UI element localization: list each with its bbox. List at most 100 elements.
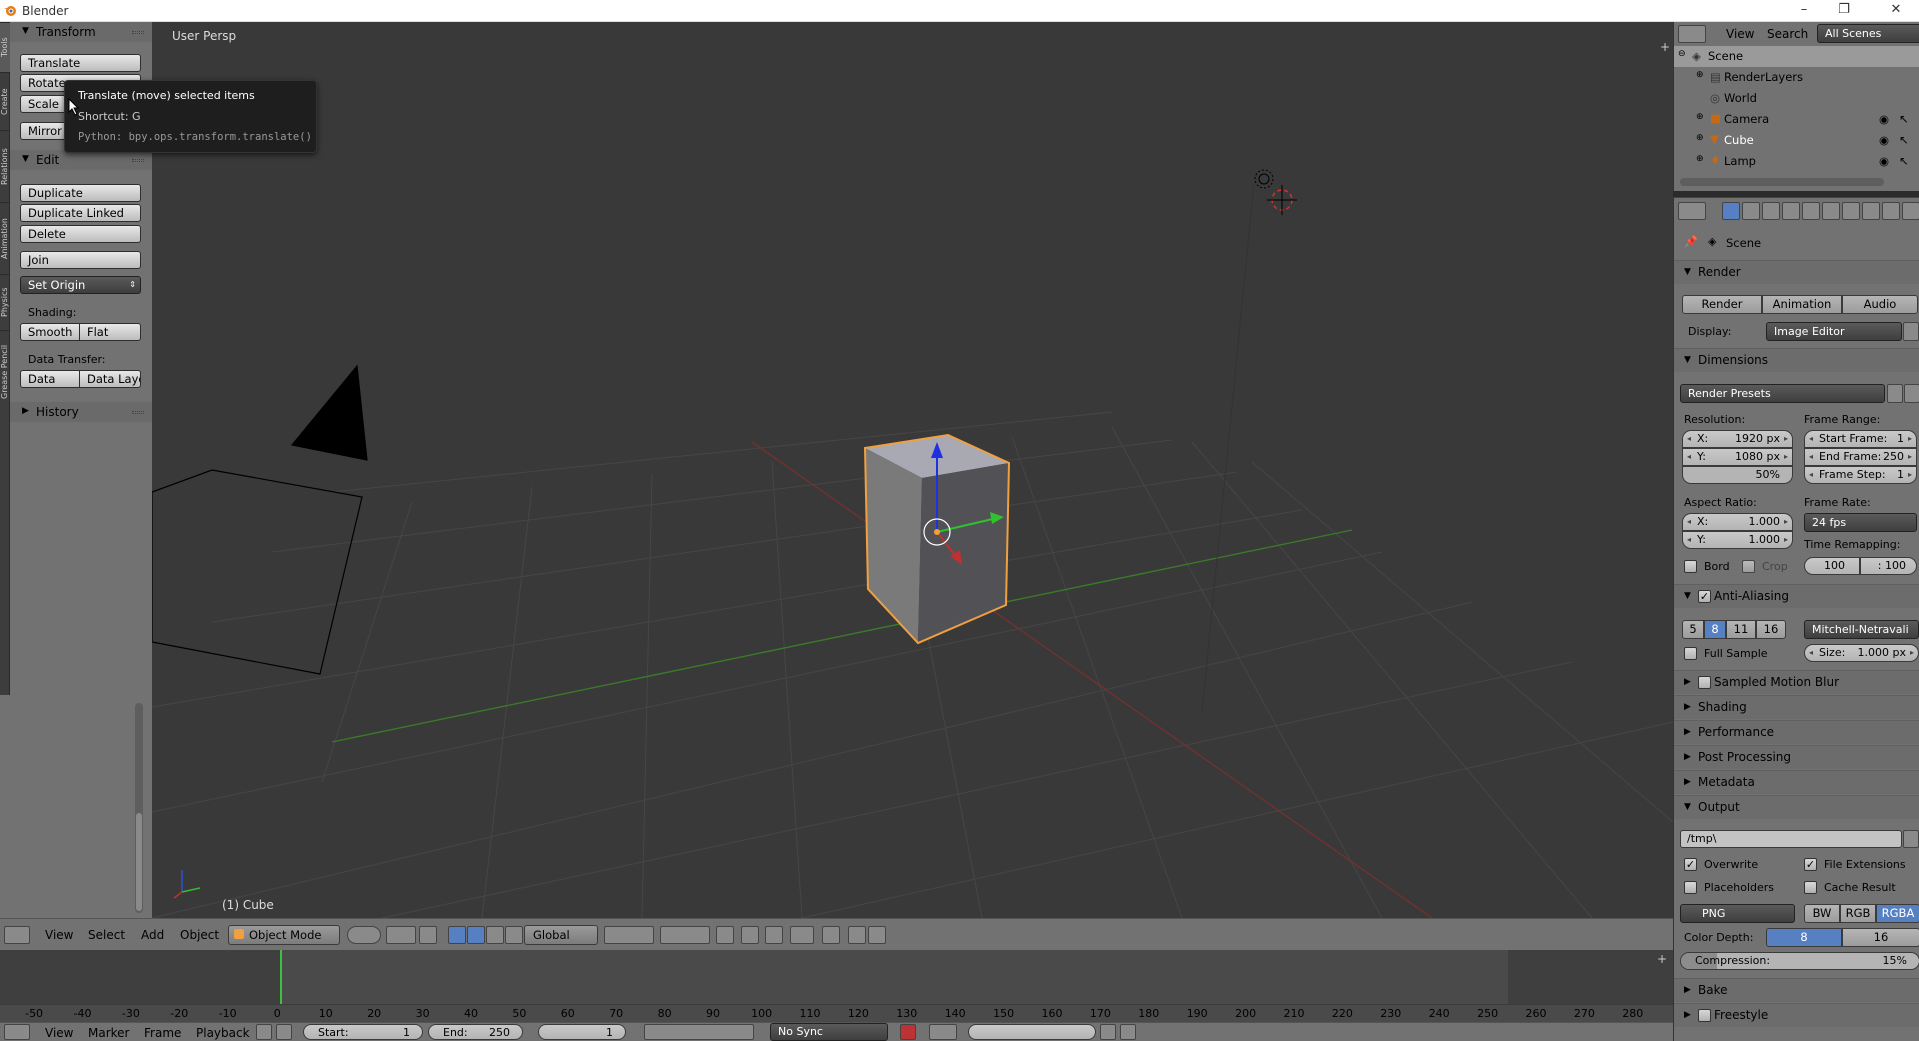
editor-type-icon[interactable] (4, 926, 30, 944)
increment-arrow-icon[interactable]: ▸ (1784, 532, 1788, 548)
decrement-arrow-icon[interactable]: ◂ (1687, 514, 1691, 530)
freestyle-panel-header[interactable]: ▶ Freestyle (1674, 1003, 1919, 1027)
delete-button[interactable]: Delete (20, 225, 141, 243)
scale-manipulator-icon[interactable] (486, 926, 504, 944)
color-mode-bw[interactable]: BW (1804, 904, 1840, 923)
keying-set-icon[interactable] (929, 1024, 957, 1040)
resolution-percentage-slider[interactable]: 50% (1682, 466, 1793, 484)
filter-size-field[interactable]: ◂ Size: 1.000 px ▸ (1804, 644, 1919, 662)
tab-grease-pencil[interactable]: Grease Pencil (0, 330, 10, 412)
sampled-motion-blur-panel-header[interactable]: ▶ Sampled Motion Blur (1674, 670, 1919, 694)
expand-icon[interactable]: ⊕ (1696, 133, 1704, 143)
timeline-menu-frame[interactable]: Frame (144, 1026, 181, 1040)
outliner-item-renderlayers[interactable]: ⊕ ▤ RenderLayers (1674, 67, 1919, 88)
visibility-eye-icon[interactable]: ◉ (1879, 133, 1889, 147)
viewport-shading-icon[interactable] (347, 926, 381, 944)
animation-button[interactable]: Animation (1762, 295, 1842, 314)
translate-button[interactable]: Translate (20, 54, 141, 72)
remove-preset-icon[interactable] (1904, 384, 1919, 403)
viewport-plus-icon[interactable]: + (1660, 40, 1670, 54)
render-button[interactable]: Render (1682, 295, 1762, 314)
pivot-point-icon[interactable] (386, 926, 416, 944)
shading-panel-header[interactable]: ▶ Shading (1674, 695, 1919, 719)
time-remap-old-field[interactable]: 100 (1804, 557, 1860, 575)
fullscreen-icon[interactable] (1903, 322, 1919, 341)
selectability-cursor-icon[interactable]: ↖ (1899, 154, 1909, 168)
selectability-cursor-icon[interactable]: ↖ (1899, 133, 1909, 147)
timeline-menu-marker[interactable]: Marker (88, 1026, 129, 1040)
record-icon[interactable] (900, 1024, 916, 1040)
outliner-hscrollbar[interactable] (1680, 178, 1884, 186)
anti-aliasing-panel-header[interactable]: ▼ ✓ Anti-Aliasing (1674, 584, 1919, 608)
3d-viewport[interactable]: User Persp (1) Cube + (152, 22, 1673, 918)
aspect-y-field[interactable]: ◂ Y: 1.000 ▸ (1682, 531, 1793, 549)
decrement-arrow-icon[interactable]: ◂ (1687, 431, 1691, 447)
full-sample-checkbox[interactable] (1684, 647, 1697, 660)
properties-editor-type-icon[interactable] (1678, 202, 1706, 220)
aa-samples-16[interactable]: 16 (1756, 620, 1786, 639)
increment-arrow-icon[interactable]: ▸ (1908, 467, 1912, 483)
aa-samples-5[interactable]: 5 (1682, 620, 1704, 639)
display-dropdown[interactable]: Image Editor (1766, 322, 1902, 341)
data-button[interactable]: Data (20, 370, 80, 388)
expand-icon[interactable]: ⊕ (1696, 70, 1704, 80)
menu-select[interactable]: Select (88, 928, 125, 942)
crop-checkbox[interactable] (1742, 560, 1755, 573)
delete-keyframe-icon[interactable] (1120, 1024, 1136, 1040)
visibility-eye-icon[interactable]: ◉ (1879, 112, 1889, 126)
smooth-button[interactable]: Smooth (20, 323, 80, 341)
decrement-arrow-icon[interactable]: ◂ (1809, 449, 1813, 465)
menu-view[interactable]: View (45, 928, 73, 942)
lock-time-cursor-icon[interactable] (276, 1024, 292, 1040)
duplicate-linked-button[interactable]: Duplicate Linked (20, 204, 141, 222)
timeline-area[interactable]: + (0, 950, 1673, 1022)
end-frame-field[interactable]: ◂ End Frame: 250 ▸ (1804, 448, 1917, 466)
outliner-item-camera[interactable]: ⊕ ■ Camera ◉ ↖ (1674, 109, 1919, 130)
preview-range-icon[interactable] (256, 1024, 272, 1040)
post-processing-panel-header[interactable]: ▶ Post Processing (1674, 745, 1919, 769)
snap-target-icon[interactable] (822, 926, 840, 944)
flat-button[interactable]: Flat (79, 323, 141, 341)
overwrite-checkbox[interactable]: ✓ (1684, 858, 1697, 871)
increment-arrow-icon[interactable]: ▸ (1908, 431, 1912, 447)
outliner-item-scene[interactable]: ⊖ ◈ Scene (1674, 46, 1919, 67)
resolution-y-field[interactable]: ◂ Y: 1080 px ▸ (1682, 448, 1793, 466)
render-panel-header[interactable]: ▼ Render (1674, 260, 1919, 284)
close-icon[interactable]: ✕ (1886, 2, 1906, 17)
add-preset-icon[interactable] (1887, 384, 1903, 403)
color-mode-rgba[interactable]: RGBA (1876, 904, 1919, 923)
end-frame-field[interactable]: End: 250 (428, 1024, 523, 1040)
material-context-icon[interactable] (1882, 202, 1900, 220)
current-frame-field[interactable]: 1 (538, 1024, 626, 1040)
minimize-icon[interactable]: – (1794, 2, 1814, 17)
file-extensions-checkbox[interactable]: ✓ (1804, 858, 1817, 871)
render-layers-context-icon[interactable] (1742, 202, 1760, 220)
history-panel-header[interactable]: ▶ History (10, 402, 152, 422)
cache-result-checkbox[interactable] (1804, 881, 1817, 894)
texture-context-icon[interactable] (1902, 202, 1919, 220)
modifiers-context-icon[interactable] (1842, 202, 1860, 220)
decrement-arrow-icon[interactable]: ◂ (1687, 532, 1691, 548)
object-context-icon[interactable] (1802, 202, 1820, 220)
increment-arrow-icon[interactable]: ▸ (1784, 431, 1788, 447)
resolution-x-field[interactable]: ◂ X: 1920 px ▸ (1682, 430, 1793, 448)
constraints-context-icon[interactable] (1822, 202, 1840, 220)
freestyle-checkbox[interactable] (1698, 1009, 1711, 1022)
layers-grid-2-icon[interactable] (660, 926, 710, 944)
expand-icon[interactable]: ⊕ (1696, 112, 1704, 122)
pin-icon[interactable]: 📌 (1684, 235, 1698, 248)
folder-browse-icon[interactable] (1903, 830, 1919, 848)
compression-slider[interactable]: Compression: 15% (1680, 952, 1919, 970)
manipulator-toggle-icon[interactable] (419, 926, 437, 944)
snap-element-icon[interactable] (790, 926, 814, 944)
layers-grid-1-icon[interactable] (604, 926, 654, 944)
bake-panel-header[interactable]: ▶ Bake (1674, 978, 1919, 1002)
drag-grip-icon[interactable] (132, 31, 144, 34)
opengl-anim-icon[interactable] (868, 926, 886, 944)
snap-toggle-icon[interactable] (765, 926, 783, 944)
border-checkbox[interactable] (1684, 560, 1697, 573)
collapse-icon[interactable]: ⊖ (1678, 49, 1686, 59)
timeline-ruler[interactable]: -50 -40 -30 -20 -10 0 10 20 30 40 50 60 70 80 90 100 110… (0, 1004, 1673, 1022)
rotate-manipulator-icon[interactable] (467, 926, 485, 944)
translate-manipulator-icon[interactable] (448, 926, 466, 944)
